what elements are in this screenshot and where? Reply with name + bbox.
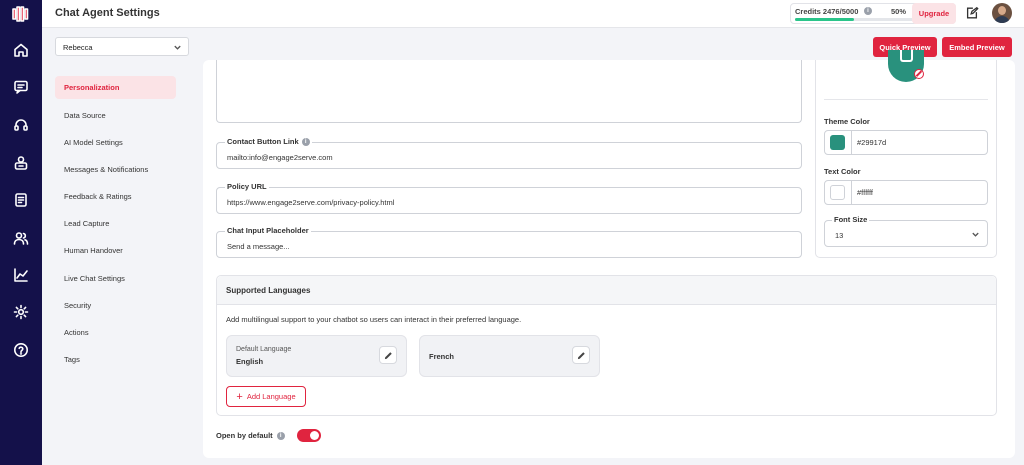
contact-button-link-field[interactable]: Contact Button Link i mailto:info@engage… bbox=[216, 137, 802, 169]
home-icon[interactable] bbox=[11, 40, 31, 60]
open-by-default-label: Open by default bbox=[216, 431, 273, 440]
app-logo-icon[interactable] bbox=[11, 6, 31, 22]
contact-button-link-label: Contact Button Link i bbox=[225, 137, 312, 146]
divider bbox=[824, 99, 988, 100]
users-icon[interactable] bbox=[11, 228, 31, 248]
language-value: French bbox=[429, 352, 455, 361]
remove-logo-icon[interactable] bbox=[914, 69, 924, 79]
nav-item-live-chat-settings[interactable]: Live Chat Settings bbox=[55, 267, 176, 290]
supported-languages-card: Supported Languages Add multilingual sup… bbox=[216, 275, 997, 416]
nav-item-human-handover[interactable]: Human Handover bbox=[55, 239, 176, 262]
text-color-label: Text Color bbox=[824, 167, 861, 176]
welcome-message-textarea[interactable] bbox=[216, 60, 802, 123]
theme-color-swatch[interactable] bbox=[830, 135, 845, 150]
theme-color-value: #29917d bbox=[857, 138, 887, 147]
pencil-icon bbox=[577, 351, 585, 359]
font-size-label: Font Size bbox=[832, 215, 870, 224]
text-color-value: #ffffff bbox=[857, 188, 873, 197]
nav-item-data-source[interactable]: Data Source bbox=[55, 104, 176, 127]
analytics-icon[interactable] bbox=[11, 265, 31, 285]
nav-item-lead-capture[interactable]: Lead Capture bbox=[55, 212, 176, 235]
agent-select-value: Rebecca bbox=[63, 43, 93, 52]
chevron-down-icon bbox=[174, 45, 181, 50]
font-size-select[interactable]: Font Size 13 bbox=[824, 215, 988, 247]
default-language-value: English bbox=[236, 357, 264, 366]
policy-url-field[interactable]: Policy URL https://www.engage2serve.com/… bbox=[216, 182, 802, 214]
chat-input-placeholder-label: Chat Input Placeholder bbox=[225, 226, 311, 235]
policy-url-label: Policy URL bbox=[225, 182, 269, 191]
nav-item-messages-notifications[interactable]: Messages & Notifications bbox=[55, 158, 176, 181]
user-avatar[interactable] bbox=[992, 3, 1012, 23]
top-bar: Chat Agent Settings Credits 2476/5000 i … bbox=[42, 0, 1024, 28]
default-language-caption: Default Language bbox=[236, 346, 292, 353]
language-tile-default: Default Language English bbox=[226, 335, 407, 377]
theme-color-input[interactable]: #29917d bbox=[824, 130, 988, 155]
info-icon[interactable]: i bbox=[276, 431, 285, 440]
edit-note-icon[interactable] bbox=[965, 6, 981, 22]
theme-card: Theme Color #29917d Text Color #ffffff F… bbox=[815, 50, 997, 258]
language-tile-french: French bbox=[419, 335, 600, 377]
upgrade-button[interactable]: Upgrade bbox=[912, 3, 956, 24]
credits-progress-bar bbox=[795, 18, 913, 21]
credits-label: Credits 2476/5000 bbox=[795, 7, 859, 16]
chevron-down-icon bbox=[972, 232, 979, 237]
text-color-input[interactable]: #ffffff bbox=[824, 180, 988, 205]
nav-item-personalization[interactable]: Personalization bbox=[55, 76, 176, 99]
edit-language-button[interactable] bbox=[572, 346, 590, 364]
agent-icon[interactable] bbox=[11, 153, 31, 173]
nav-item-ai-model-settings[interactable]: AI Model Settings bbox=[55, 131, 176, 154]
credits-percent: 50% bbox=[891, 7, 907, 16]
nav-item-actions[interactable]: Actions bbox=[55, 321, 176, 344]
nav-item-tags[interactable]: Tags bbox=[55, 348, 176, 371]
plus-icon: + bbox=[236, 390, 243, 403]
open-by-default-row: Open by default i bbox=[216, 431, 285, 440]
nav-item-security[interactable]: Security bbox=[55, 294, 176, 317]
help-icon[interactable] bbox=[11, 340, 31, 360]
personalization-panel: Contact Button Link i mailto:info@engage… bbox=[203, 50, 1015, 458]
credits-info-icon[interactable]: i bbox=[864, 7, 872, 15]
open-by-default-toggle[interactable] bbox=[297, 429, 321, 442]
settings-gear-icon[interactable] bbox=[11, 302, 31, 322]
add-language-button[interactable]: + Add Language bbox=[226, 386, 306, 407]
chat-icon[interactable] bbox=[11, 77, 31, 97]
chat-input-placeholder-field[interactable]: Chat Input Placeholder Send a message... bbox=[216, 226, 802, 258]
supported-languages-header: Supported Languages bbox=[217, 276, 996, 305]
pencil-icon bbox=[384, 351, 392, 359]
theme-color-label: Theme Color bbox=[824, 117, 870, 126]
contact-button-link-value: mailto:info@engage2serve.com bbox=[227, 153, 333, 162]
headset-icon[interactable] bbox=[11, 115, 31, 135]
knowledge-icon[interactable] bbox=[11, 190, 31, 210]
info-icon[interactable]: i bbox=[301, 137, 310, 146]
chat-input-placeholder-value: Send a message... bbox=[227, 242, 290, 251]
page-title: Chat Agent Settings bbox=[55, 7, 160, 19]
embed-preview-button[interactable]: Embed Preview bbox=[942, 37, 1012, 57]
credits-progress-fill bbox=[795, 18, 854, 21]
agent-select[interactable]: Rebecca bbox=[55, 37, 189, 56]
text-color-swatch[interactable] bbox=[830, 185, 845, 200]
supported-languages-title: Supported Languages bbox=[226, 286, 311, 295]
policy-url-value: https://www.engage2serve.com/privacy-pol… bbox=[227, 198, 395, 207]
app-rail bbox=[0, 0, 42, 465]
settings-nav: Personalization Data Source AI Model Set… bbox=[42, 64, 188, 465]
font-size-value: 13 bbox=[835, 231, 844, 240]
supported-languages-description: Add multilingual support to your chatbot… bbox=[226, 315, 522, 324]
add-language-label: Add Language bbox=[246, 392, 296, 401]
edit-language-button[interactable] bbox=[379, 346, 397, 364]
nav-item-feedback-ratings[interactable]: Feedback & Ratings bbox=[55, 185, 176, 208]
